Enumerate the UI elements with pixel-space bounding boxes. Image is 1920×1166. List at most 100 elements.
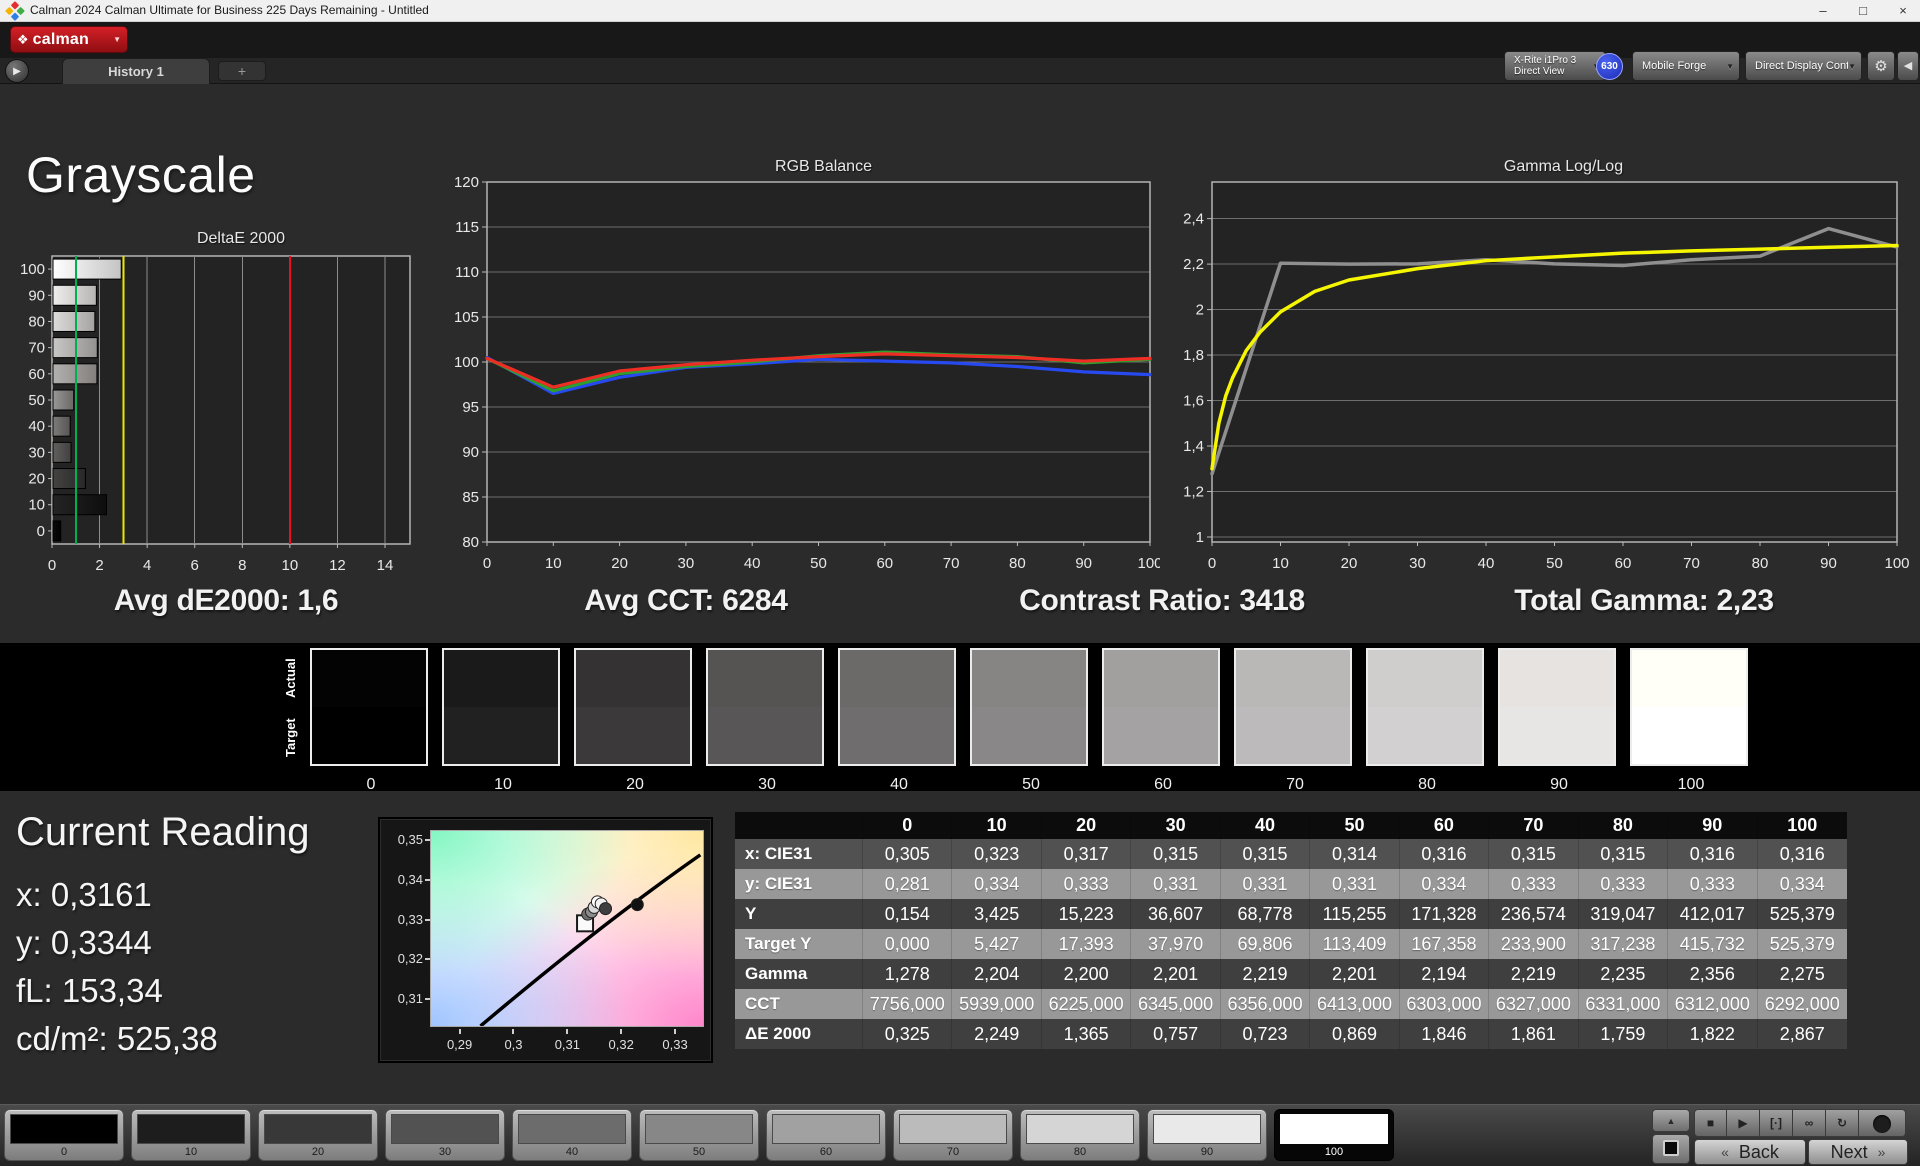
patch-button-30[interactable]: 30	[385, 1109, 505, 1161]
tab-history-1[interactable]: History 1	[62, 58, 210, 84]
table-cell: 6413,000	[1310, 989, 1400, 1019]
svg-text:0: 0	[37, 523, 45, 540]
refresh-icon[interactable]: ↻	[1826, 1109, 1859, 1137]
patch-button-50[interactable]: 50	[639, 1109, 759, 1161]
svg-text:10: 10	[28, 497, 45, 514]
swatch-0: 0	[310, 648, 428, 793]
swatch-level-label: 60	[1154, 776, 1172, 793]
expand-up-button[interactable]: ▲	[1652, 1109, 1690, 1132]
swatch-level-label: 10	[494, 776, 512, 793]
patch-label: 0	[60, 1146, 68, 1158]
patch-button-10[interactable]: 10	[131, 1109, 251, 1161]
svg-text:4: 4	[143, 557, 151, 574]
svg-text:110: 110	[455, 264, 479, 281]
calman-app-window: Calman 2024 Calman Ultimate for Business…	[0, 0, 1920, 1166]
svg-text:90: 90	[28, 287, 45, 304]
patch-label: 10	[184, 1146, 198, 1158]
reading-fl: fL: 153,34	[16, 972, 163, 1009]
patch-button-20[interactable]: 20	[258, 1109, 378, 1161]
table-cell: 6356,000	[1221, 989, 1311, 1019]
patch-button-0[interactable]: 0	[4, 1109, 124, 1161]
patch-swatch	[1026, 1114, 1134, 1144]
swatch-level-label: 40	[890, 776, 908, 793]
table-cell: 167,358	[1400, 929, 1490, 959]
table-header-cell: 50	[1310, 812, 1400, 839]
row-label: y: CIE31	[735, 869, 863, 899]
patch-swatch	[264, 1114, 372, 1144]
table-cell: 0,316	[1779, 844, 1825, 864]
measure-controls: ■ ▶ [·] ∞ ↻	[1694, 1109, 1906, 1137]
swatch-target	[972, 707, 1086, 764]
table-header-cell: 100	[1787, 815, 1818, 835]
stat-contrast-ratio: Contrast Ratio: 3418	[1019, 584, 1305, 617]
gamma-chart-plot: 1 1,2 1,4 1,6 1,8 2 2,2 2,4 0 10 20 30 40 50 60 70 80 90 1…	[1183, 181, 1910, 572]
svg-text:40: 40	[1478, 555, 1495, 572]
chevron-down-icon: ▼	[113, 35, 121, 44]
patch-swatch	[137, 1114, 245, 1144]
measurement-table: 0 10 20 30 40 50 60 70 80 90 100 x: CIE31 0,305 0,323…	[735, 812, 1847, 1049]
swatch-10: 10	[442, 648, 560, 793]
calman-menu-button[interactable]: ❖ calman ▼	[10, 26, 128, 53]
pattern-window-button[interactable]	[1652, 1134, 1690, 1164]
table-header-cell: 30	[1131, 812, 1221, 839]
next-button[interactable]: Next »	[1808, 1139, 1908, 1165]
patch-button-40[interactable]: 40	[512, 1109, 632, 1161]
pattern-icon	[1663, 1140, 1679, 1156]
patch-swatch	[10, 1114, 118, 1144]
table-cell: 0,333	[1579, 869, 1669, 899]
swatch-100: 100	[1630, 648, 1748, 793]
patch-button-60[interactable]: 60	[766, 1109, 886, 1161]
display-control-dropdown[interactable]: Direct Display Control ▼	[1745, 51, 1862, 81]
patch-button-90[interactable]: 90	[1147, 1109, 1267, 1161]
cie-plot-area	[430, 830, 704, 1028]
settings-button[interactable]: ⚙	[1867, 51, 1895, 81]
meter-dropdown[interactable]: X-Rite i1Pro 3 Direct View ▼	[1504, 51, 1606, 81]
table-header-cell: 20	[1042, 812, 1132, 839]
table-header: 0 10 20 30 40 50 60 70 80 90 100	[735, 812, 1847, 839]
table-cell: 2,235	[1579, 959, 1669, 989]
patch-swatch	[391, 1114, 499, 1144]
patch-bar: 0 10 20 30 40 50 60 70 80 90 100 ▲ ■ ▶ [·] ∞ ↻ « Back …	[0, 1104, 1920, 1166]
stop-icon[interactable]: ■	[1694, 1109, 1727, 1137]
swatch-30: 30	[706, 648, 824, 793]
sidebar-expander-button[interactable]: ▶	[5, 59, 29, 83]
patch-button-100[interactable]: 100	[1274, 1109, 1394, 1161]
meter-count-badge[interactable]: 630	[1596, 53, 1623, 80]
patch-swatch	[518, 1114, 626, 1144]
table-cell: 0,154	[863, 899, 953, 929]
table-row: Gamma Log/Log1,2782,2042,2002,2012,2192,…	[735, 959, 1847, 989]
close-button[interactable]: ×	[1886, 0, 1920, 22]
gear-icon: ⚙	[1874, 58, 1888, 75]
table-cell: 0,323	[952, 839, 1042, 869]
back-button[interactable]: « Back	[1694, 1139, 1806, 1165]
svg-text:20: 20	[28, 471, 45, 488]
patch-label: 80	[1073, 1146, 1087, 1158]
svg-text:40: 40	[744, 555, 761, 572]
source-dropdown[interactable]: Mobile Forge ▼	[1632, 51, 1740, 81]
table-cell: 0,314	[1310, 839, 1400, 869]
svg-text:100: 100	[454, 354, 479, 371]
table-cell: 0,316	[1400, 839, 1490, 869]
swatch-actual	[1368, 650, 1482, 707]
single-measure-icon[interactable]: [·]	[1760, 1109, 1793, 1137]
minimize-button[interactable]: –	[1806, 0, 1840, 22]
patch-button-80[interactable]: 80	[1020, 1109, 1140, 1161]
meter-name: X-Rite i1Pro 3	[1514, 55, 1577, 66]
swatch-level-label: 100	[1677, 776, 1705, 793]
patch-button-70[interactable]: 70	[893, 1109, 1013, 1161]
table-cell: 317,238	[1579, 929, 1669, 959]
svg-text:20: 20	[611, 555, 628, 572]
swatch-70: 70	[1234, 648, 1352, 793]
continuous-measure-icon[interactable]: ∞	[1793, 1109, 1826, 1137]
table-cell: 1,278	[863, 959, 953, 989]
row-label: x: CIE31	[735, 839, 863, 869]
play-icon[interactable]: ▶	[1727, 1109, 1760, 1137]
table-cell: 0,334	[952, 869, 1042, 899]
maximize-button[interactable]: □	[1846, 0, 1880, 22]
add-tab-button[interactable]: +	[218, 61, 266, 81]
svg-text:12: 12	[329, 557, 346, 574]
swatch-target	[1632, 707, 1746, 764]
collapse-panel-button[interactable]: ◀	[1897, 51, 1919, 81]
deltae-chart: DeltaE 2000 0 2 4 6 8 10 12 14 100 90 80 70 60 50 40 30…	[10, 230, 430, 589]
table-cell: 113,409	[1310, 929, 1400, 959]
